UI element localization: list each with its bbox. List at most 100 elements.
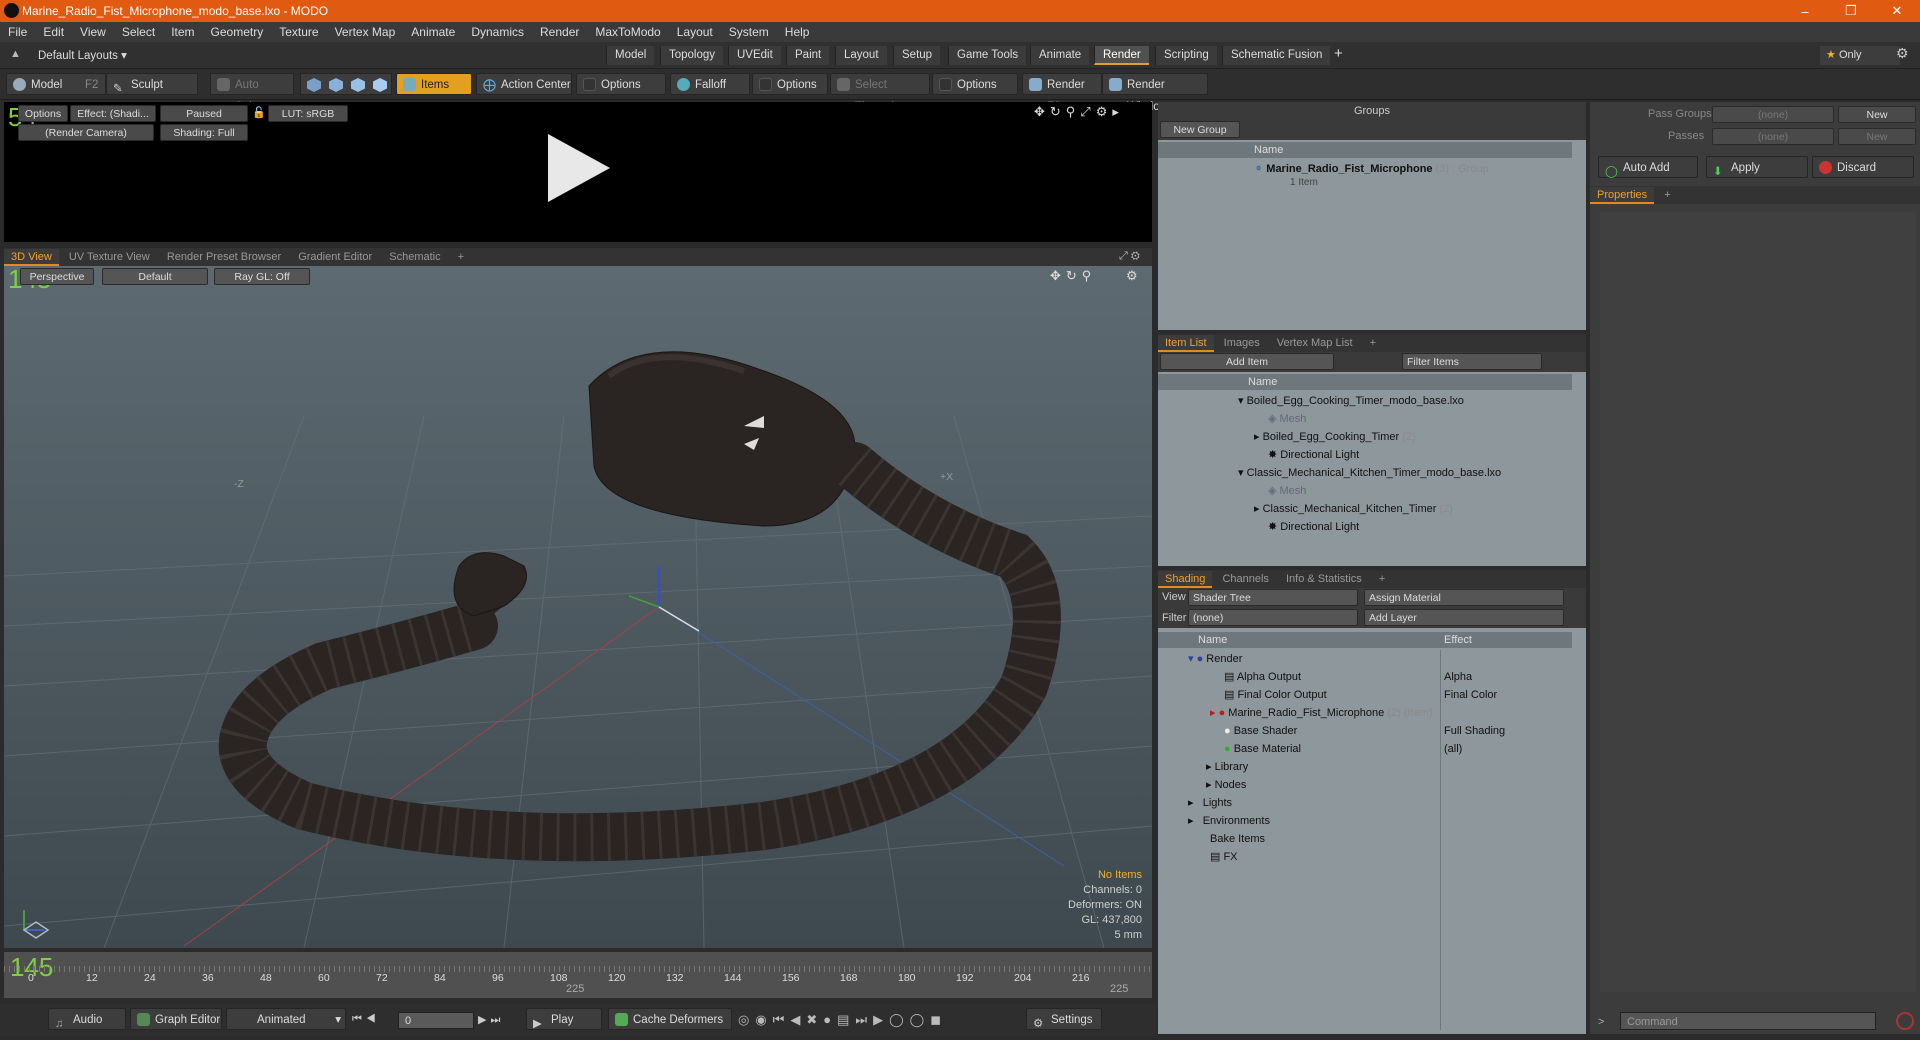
add-tab-icon[interactable]: + bbox=[1334, 45, 1343, 62]
tab-scripting[interactable]: Scripting bbox=[1155, 46, 1217, 65]
effect-all[interactable]: (all) bbox=[1444, 740, 1462, 758]
menu-dynamics[interactable]: Dynamics bbox=[463, 25, 532, 39]
add-item-button[interactable]: Add Item bbox=[1160, 353, 1334, 370]
filter-items-input[interactable]: Filter Items bbox=[1402, 353, 1542, 370]
tab-shading[interactable]: Shading bbox=[1158, 571, 1213, 588]
viewport-gear-icon[interactable]: ⚙ bbox=[1126, 268, 1138, 284]
shader-row[interactable]: ▤ Final Color Output bbox=[1224, 686, 1327, 704]
layout-home-icon[interactable]: ▲ bbox=[10, 48, 21, 60]
gear-icon[interactable]: ⚙ bbox=[1896, 45, 1909, 62]
render-effect-dropdown[interactable]: Effect: (Shadi... bbox=[70, 105, 156, 122]
cache-deformers-button[interactable]: Cache Deformers bbox=[608, 1008, 732, 1030]
tab-schematic[interactable]: Schematic bbox=[382, 249, 447, 266]
discard-button[interactable]: Discard bbox=[1812, 156, 1914, 178]
new-pass-group-button[interactable]: New bbox=[1838, 106, 1916, 123]
render-camera-dropdown[interactable]: (Render Camera) bbox=[18, 124, 154, 141]
apply-button[interactable]: ⬇ Apply bbox=[1706, 156, 1808, 178]
shader-row[interactable]: ▤ FX bbox=[1210, 848, 1238, 866]
filter-dropdown[interactable]: (none) bbox=[1188, 609, 1358, 626]
render-preview[interactable]: 54 Options Effect: (Shadi... Paused 🔓 LU… bbox=[4, 102, 1152, 242]
menu-view[interactable]: View bbox=[72, 25, 114, 39]
microphone-model[interactable] bbox=[218, 351, 1061, 862]
effect-full-shading[interactable]: Full Shading bbox=[1444, 722, 1505, 740]
items-mode-button[interactable]: Items bbox=[396, 73, 472, 95]
minimize-icon[interactable]: – bbox=[1782, 0, 1828, 22]
falloff-button[interactable]: Falloff bbox=[670, 73, 750, 95]
render-button[interactable]: Render F9 bbox=[1022, 73, 1102, 113]
animated-dropdown[interactable]: Animated ▾ bbox=[226, 1008, 346, 1030]
item-row[interactable]: ▸ Boiled_Egg_Cooking_Timer (2) bbox=[1254, 428, 1416, 446]
menu-select[interactable]: Select bbox=[114, 25, 163, 39]
shader-row[interactable]: ▸ Nodes bbox=[1206, 776, 1246, 794]
render-view-controls-icon[interactable]: ✥↻⚲⤢⚙▸ bbox=[1034, 104, 1124, 120]
tab-animate[interactable]: Animate bbox=[1030, 46, 1090, 65]
item-row[interactable]: ✸ Directional Light bbox=[1268, 518, 1359, 536]
menu-vertex-map[interactable]: Vertex Map bbox=[327, 25, 404, 39]
viewport-scene[interactable] bbox=[4, 266, 1152, 948]
audio-button[interactable]: ♫ Audio bbox=[48, 1008, 126, 1030]
shader-row[interactable]: ▸ Library bbox=[1206, 758, 1248, 776]
item-row[interactable]: ▾ Boiled_Egg_Cooking_Timer_modo_base.lxo bbox=[1238, 392, 1464, 410]
close-icon[interactable]: ✕ bbox=[1874, 0, 1920, 22]
select-through-button[interactable]: Select Through bbox=[830, 73, 930, 113]
key-tools-icons[interactable]: ◎◉⏮◀✖●▤⏭▶◯◯◼ bbox=[738, 1012, 947, 1028]
tab-uv-texture-view[interactable]: UV Texture View bbox=[62, 249, 157, 266]
menu-geometry[interactable]: Geometry bbox=[203, 25, 272, 39]
tab-setup[interactable]: Setup bbox=[893, 46, 941, 65]
tab-item-list[interactable]: Item List bbox=[1158, 335, 1214, 352]
raygl-dropdown[interactable]: Ray GL: Off bbox=[214, 268, 310, 285]
menu-help[interactable]: Help bbox=[777, 25, 818, 39]
lock-icon[interactable]: 🔓 bbox=[252, 106, 266, 119]
tab-uvedit[interactable]: UVEdit bbox=[728, 46, 781, 65]
playback-next-icons[interactable]: ▶⏭ bbox=[478, 1013, 504, 1027]
tab-game-tools[interactable]: Game Tools bbox=[948, 46, 1027, 65]
menu-layout[interactable]: Layout bbox=[669, 25, 721, 39]
shader-row[interactable]: Bake Items bbox=[1210, 830, 1265, 848]
options-button-3[interactable]: Options bbox=[932, 73, 1018, 95]
tab-images[interactable]: Images bbox=[1217, 335, 1267, 352]
default-dropdown[interactable]: Default bbox=[102, 268, 208, 285]
lut-dropdown[interactable]: LUT: sRGB bbox=[268, 105, 348, 122]
menu-file[interactable]: File bbox=[0, 25, 35, 39]
shader-row[interactable]: ● Base Shader bbox=[1224, 722, 1297, 740]
menu-system[interactable]: System bbox=[721, 25, 777, 39]
item-row[interactable]: ▸ Classic_Mechanical_Kitchen_Timer (2) bbox=[1254, 500, 1453, 518]
tab-3d-view[interactable]: 3D View bbox=[4, 249, 59, 266]
tab-render-preset-browser[interactable]: Render Preset Browser bbox=[160, 249, 288, 266]
render-paused-toggle[interactable]: Paused bbox=[160, 105, 248, 122]
shader-row[interactable]: ▸ Environments bbox=[1188, 812, 1270, 830]
options-button-2[interactable]: Options bbox=[752, 73, 828, 95]
shader-row[interactable]: ▸ ● Marine_Radio_Fist_Microphone (2) (It… bbox=[1210, 704, 1433, 722]
assign-material-button[interactable]: Assign Material bbox=[1364, 589, 1564, 606]
model-mode-button[interactable]: Model F2 bbox=[6, 73, 106, 95]
render-options-button[interactable]: Options bbox=[18, 105, 68, 122]
effect-final-color[interactable]: Final Color bbox=[1444, 686, 1497, 704]
view-dropdown[interactable]: Shader Tree bbox=[1188, 589, 1358, 606]
layout-selector[interactable]: Default Layouts ▾ bbox=[38, 48, 127, 62]
shader-row[interactable]: ▸ Lights bbox=[1188, 794, 1232, 812]
perspective-dropdown[interactable]: Perspective bbox=[20, 268, 94, 285]
restore-icon[interactable]: ❐ bbox=[1828, 0, 1874, 22]
edges-mode-icon[interactable] bbox=[329, 78, 343, 92]
playback-prev-icons[interactable]: ⏮◀ bbox=[352, 1013, 380, 1026]
shader-row[interactable]: ▾ ● Render bbox=[1188, 650, 1242, 668]
tab-vertex-map-list[interactable]: Vertex Map List bbox=[1270, 335, 1360, 352]
passes-dropdown[interactable]: (none) bbox=[1712, 128, 1834, 145]
timeline[interactable]: 145 012243648607284961081201321441561681… bbox=[4, 952, 1152, 998]
graph-editor-button[interactable]: Graph Editor bbox=[130, 1008, 222, 1030]
options-button-1[interactable]: Options bbox=[576, 73, 666, 95]
menu-texture[interactable]: Texture bbox=[271, 25, 326, 39]
play-button[interactable]: ▶ Play bbox=[526, 1008, 602, 1030]
new-group-button[interactable]: New Group bbox=[1160, 121, 1240, 138]
3d-viewport[interactable]: 145 Perspective Default Ray GL: Off ✥↻⚲ … bbox=[4, 266, 1152, 948]
auto-add-button[interactable]: ◯ Auto Add bbox=[1598, 156, 1698, 178]
menu-render[interactable]: Render bbox=[532, 25, 587, 39]
item-row[interactable]: ✸ Directional Light bbox=[1268, 446, 1359, 464]
tab-schematic-fusion[interactable]: Schematic Fusion bbox=[1222, 46, 1331, 65]
vertices-mode-icon[interactable] bbox=[307, 78, 321, 92]
materials-mode-icon[interactable] bbox=[373, 78, 387, 92]
add-tab-icon[interactable]: + bbox=[1363, 335, 1383, 352]
tab-channels[interactable]: Channels bbox=[1215, 571, 1275, 588]
render-window-button[interactable]: Render Window bbox=[1102, 73, 1208, 113]
render-shading-dropdown[interactable]: Shading: Full bbox=[160, 124, 248, 141]
